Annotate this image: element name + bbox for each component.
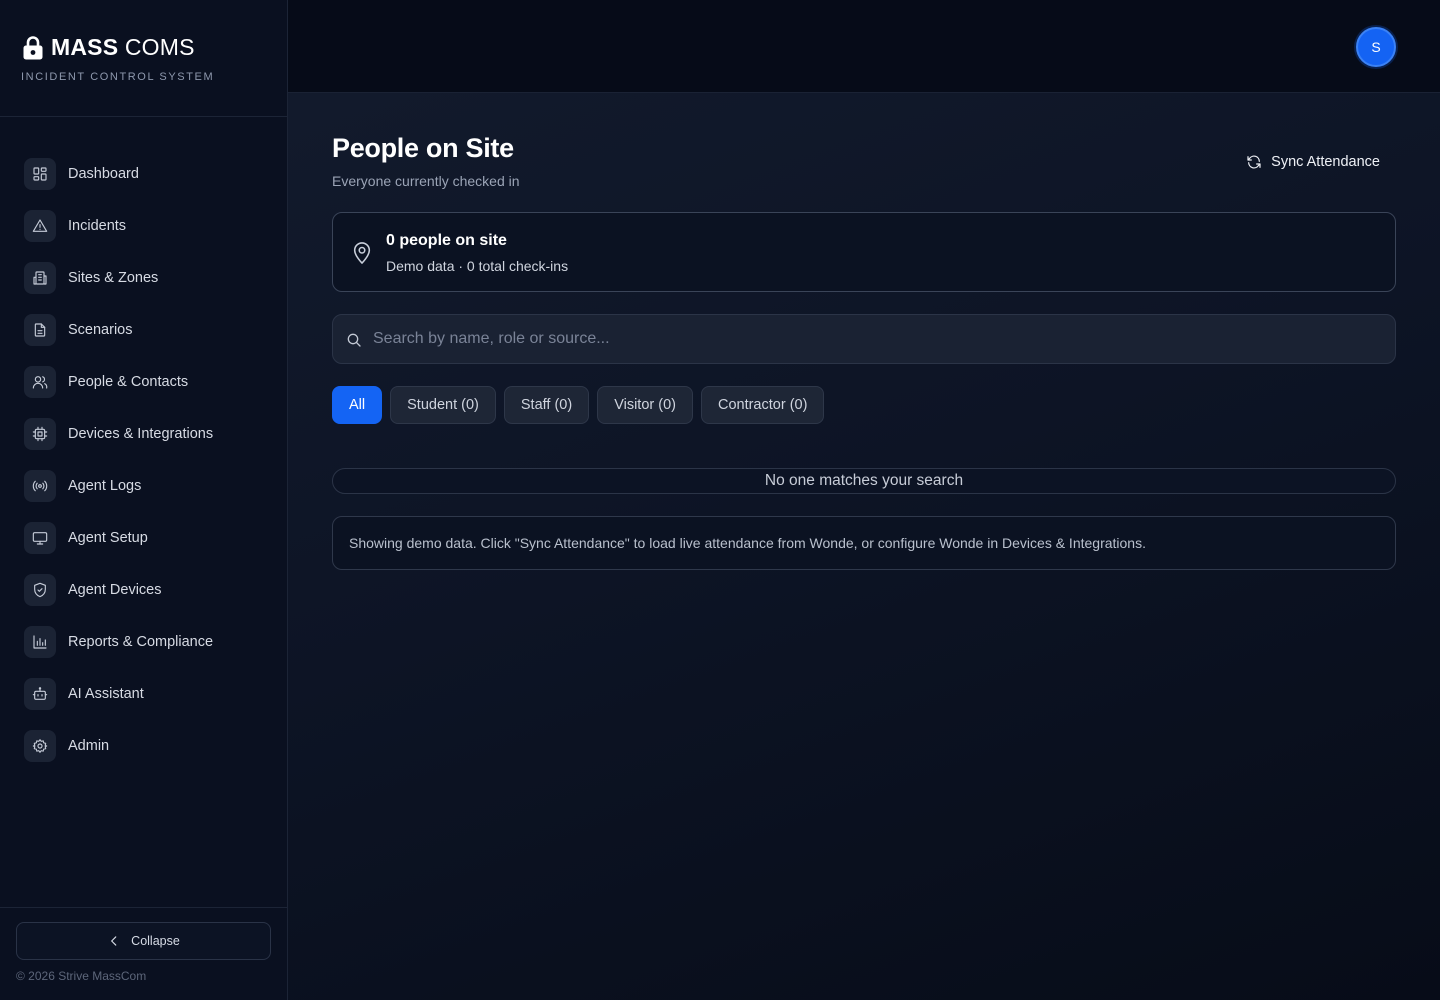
sidebar-item-sites-zones[interactable]: Sites & Zones bbox=[0, 252, 287, 304]
sidebar-item-label: Sites & Zones bbox=[68, 270, 159, 286]
brand: MASS COMS INCIDENT CONTROL SYSTEM bbox=[0, 0, 287, 117]
sidebar-item-label: AI Assistant bbox=[68, 686, 144, 702]
shield-icon bbox=[24, 574, 56, 606]
users-icon bbox=[24, 366, 56, 398]
chip-icon bbox=[24, 418, 56, 450]
brand-subtitle: INCIDENT CONTROL SYSTEM bbox=[21, 71, 215, 83]
page-title: People on Site bbox=[332, 133, 514, 163]
brand-title-bold: MASS bbox=[51, 34, 119, 60]
sidebar-item-label: Agent Devices bbox=[68, 582, 162, 598]
main-content: People on Site Everyone currently checke… bbox=[288, 93, 1440, 1000]
sidebar-item-dashboard[interactable]: Dashboard bbox=[0, 148, 287, 200]
sidebar-item-agent-setup[interactable]: Agent Setup bbox=[0, 512, 287, 564]
sidebar-item-label: Incidents bbox=[68, 218, 127, 234]
bar-chart-icon bbox=[24, 626, 56, 658]
sidebar-item-label: Admin bbox=[68, 738, 110, 754]
sidebar-item-people-contacts[interactable]: People & Contacts bbox=[0, 356, 287, 408]
gear-icon bbox=[24, 730, 56, 762]
brand-row: MASS COMS bbox=[21, 34, 287, 61]
sync-attendance-button[interactable]: Sync Attendance bbox=[1230, 147, 1396, 177]
page-subtitle: Everyone currently checked in bbox=[332, 173, 520, 189]
sidebar-item-label: Reports & Compliance bbox=[68, 634, 214, 650]
document-icon bbox=[24, 314, 56, 346]
collapse-label: Collapse bbox=[131, 934, 180, 948]
chevron-left-icon bbox=[111, 936, 117, 946]
demo-data-notice: Showing demo data. Click "Sync Attendanc… bbox=[332, 516, 1396, 570]
search-icon bbox=[347, 333, 361, 347]
copyright: © 2026 Strive MassCom bbox=[16, 969, 147, 983]
sidebar-item-devices-integrations[interactable]: Devices & Integrations bbox=[0, 408, 287, 460]
sidebar-item-label: Scenarios bbox=[68, 322, 133, 338]
sidebar-item-admin[interactable]: Admin bbox=[0, 720, 287, 772]
monitor-icon bbox=[24, 522, 56, 554]
sidebar-footer: Collapse © 2026 Strive MassCom bbox=[0, 907, 287, 1000]
lock-icon bbox=[23, 35, 43, 59]
sync-attendance-label: Sync Attendance bbox=[1271, 154, 1380, 170]
filter-all[interactable]: All bbox=[332, 386, 383, 424]
filter-visitor[interactable]: Visitor (0) bbox=[597, 386, 693, 424]
filter-staff[interactable]: Staff (0) bbox=[503, 386, 590, 424]
empty-state: No one matches your search bbox=[332, 468, 1396, 494]
sidebar-item-label: Agent Logs bbox=[68, 478, 142, 494]
sidebar-nav: Dashboard Incidents Sites & Zones Scenar… bbox=[0, 117, 287, 772]
filter-student[interactable]: Student (0) bbox=[390, 386, 496, 424]
search-bar bbox=[332, 314, 1396, 364]
avatar[interactable]: S bbox=[1356, 27, 1396, 67]
sidebar-item-reports-compliance[interactable]: Reports & Compliance bbox=[0, 616, 287, 668]
dashboard-icon bbox=[24, 158, 56, 190]
summary-meta: Demo data · 0 total check-ins bbox=[386, 258, 569, 274]
filter-chips: All Student (0) Staff (0) Visitor (0) Co… bbox=[332, 386, 825, 424]
robot-icon bbox=[24, 678, 56, 710]
map-pin-icon bbox=[351, 241, 373, 265]
collapse-button[interactable]: Collapse bbox=[16, 922, 271, 960]
broadcast-icon bbox=[24, 470, 56, 502]
people-count: 0 people on site bbox=[386, 232, 507, 249]
summary-card: 0 people on site Demo data · 0 total che… bbox=[332, 212, 1396, 292]
sidebar-item-incidents[interactable]: Incidents bbox=[0, 200, 287, 252]
sidebar-item-ai-assistant[interactable]: AI Assistant bbox=[0, 668, 287, 720]
sidebar-item-label: Dashboard bbox=[68, 166, 139, 182]
topbar: S bbox=[288, 0, 1440, 93]
search-input[interactable] bbox=[373, 315, 1383, 363]
brand-title-light: COMS bbox=[118, 34, 195, 60]
warning-triangle-icon bbox=[24, 210, 56, 242]
sidebar-item-label: People & Contacts bbox=[68, 374, 189, 390]
sidebar-item-label: Devices & Integrations bbox=[68, 426, 214, 442]
sidebar: MASS COMS INCIDENT CONTROL SYSTEM Dashbo… bbox=[0, 0, 288, 1000]
refresh-icon bbox=[1247, 155, 1261, 169]
filter-contractor[interactable]: Contractor (0) bbox=[700, 386, 825, 424]
sidebar-item-scenarios[interactable]: Scenarios bbox=[0, 304, 287, 356]
sidebar-item-agent-devices[interactable]: Agent Devices bbox=[0, 564, 287, 616]
sidebar-item-agent-logs[interactable]: Agent Logs bbox=[0, 460, 287, 512]
building-icon bbox=[24, 262, 56, 294]
sidebar-item-label: Agent Setup bbox=[68, 530, 148, 546]
brand-title: MASS COMS bbox=[51, 34, 195, 61]
